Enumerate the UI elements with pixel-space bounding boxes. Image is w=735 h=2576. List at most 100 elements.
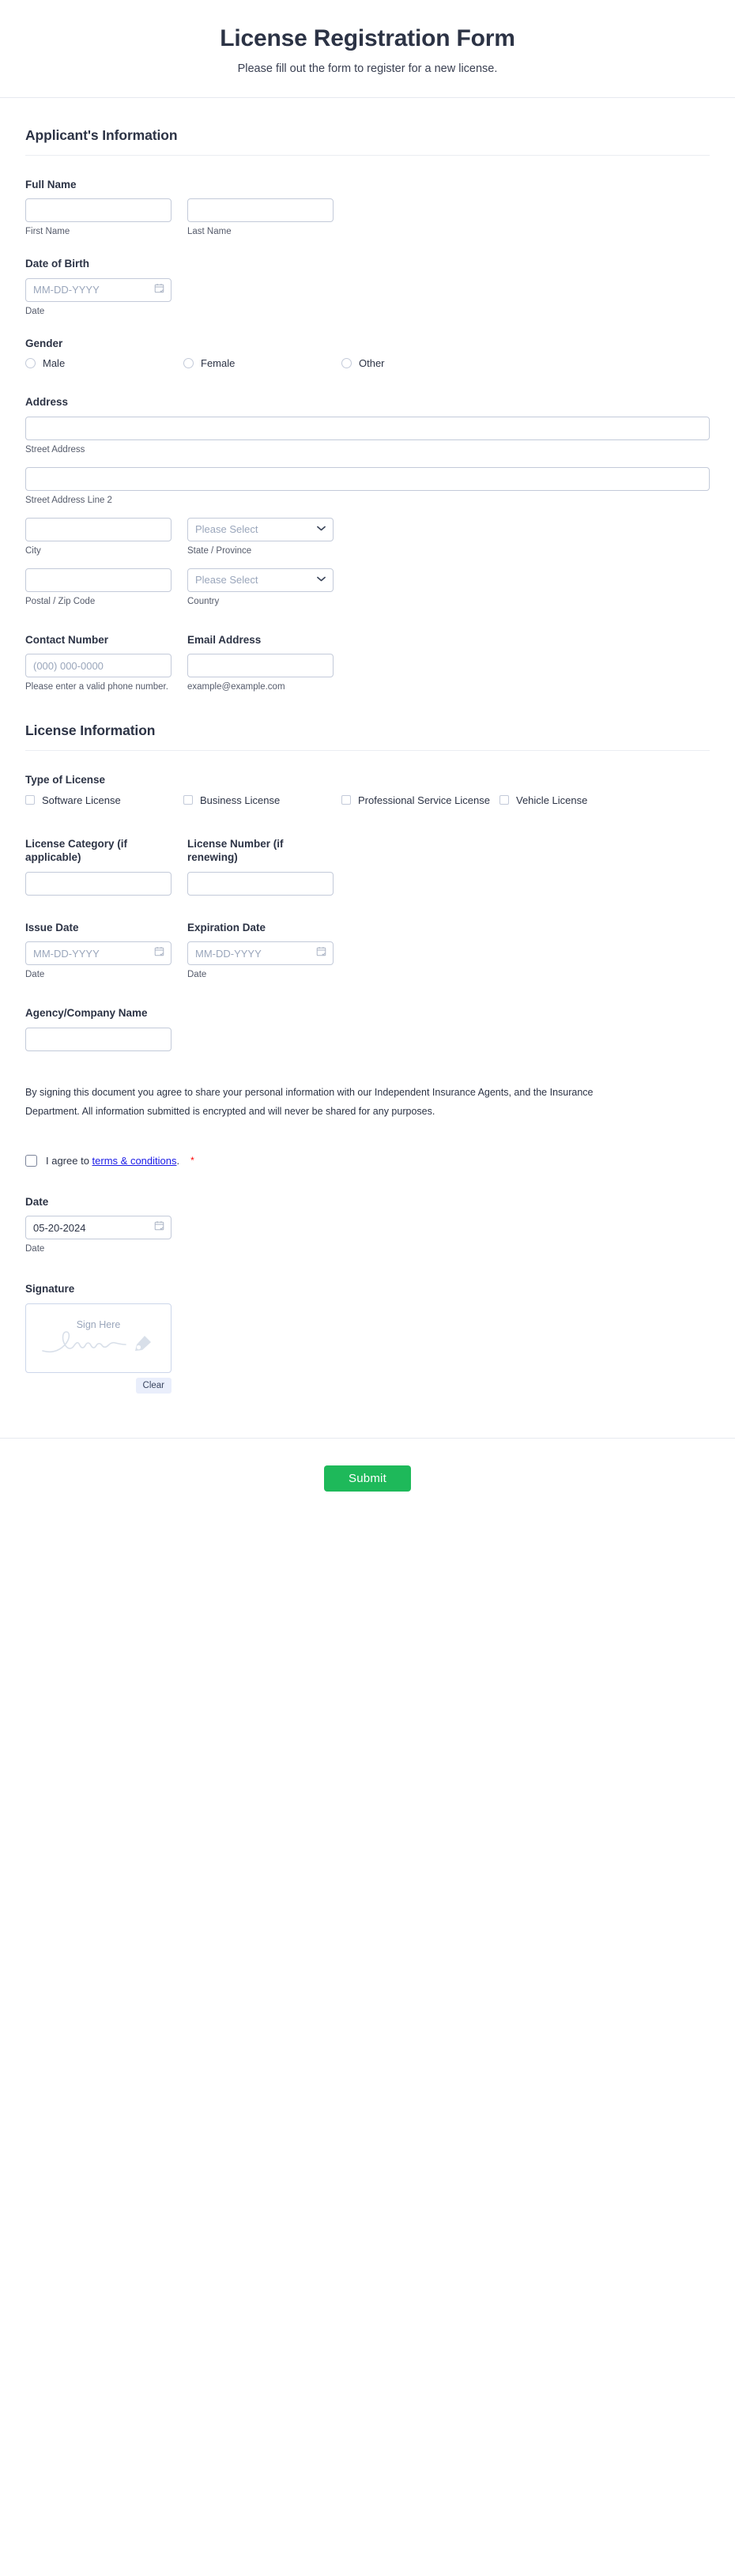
signature-pad[interactable]: Sign Here <box>25 1303 172 1373</box>
checkbox-software-license[interactable]: Software License <box>25 794 183 806</box>
sub-label-first-name: First Name <box>25 227 70 237</box>
radio-circle-icon[interactable] <box>341 358 352 369</box>
field-issue-expiration-date: Issue Date Date Expiration Date <box>25 896 710 981</box>
country-group: Please Select Country <box>187 568 334 608</box>
agree-prefix: I agree to <box>46 1154 92 1167</box>
submit-button[interactable]: Submit <box>324 1465 411 1492</box>
expiration-date-wrap <box>187 941 334 966</box>
radio-label-other: Other <box>359 357 385 370</box>
field-agency-name: Agency/Company Name <box>25 981 710 1051</box>
contact-number-group: Contact Number Please enter a valid phon… <box>25 633 172 693</box>
sub-label-contact-number: Please enter a valid phone number. <box>25 682 168 692</box>
clear-signature-button[interactable]: Clear <box>135 1377 172 1394</box>
street-address-line2-group: Street Address Line 2 <box>25 456 710 507</box>
radio-label-male: Male <box>43 357 66 370</box>
checkbox-label-vehicle-license: Vehicle License <box>516 794 588 806</box>
label-license-category: License Category (if applicable) <box>25 837 128 864</box>
postal-code-input[interactable] <box>25 568 172 592</box>
issue-date-input[interactable] <box>25 941 172 966</box>
license-number-group: License Number (if renewing) <box>187 837 334 896</box>
date-of-birth-input[interactable] <box>25 277 172 302</box>
radio-circle-icon[interactable] <box>183 358 194 369</box>
country-select-wrap: Please Select <box>187 568 334 592</box>
radio-circle-icon[interactable] <box>25 358 36 369</box>
form-footer: Submit <box>0 1437 735 1523</box>
contact-number-input[interactable] <box>25 654 172 678</box>
postal-group: Postal / Zip Code <box>25 568 172 608</box>
radio-gender-female[interactable]: Female <box>183 357 341 369</box>
checkbox-professional-service-license[interactable]: Professional Service License <box>341 794 499 806</box>
field-contact-email: Contact Number Please enter a valid phon… <box>25 608 710 693</box>
radio-gender-male[interactable]: Male <box>25 357 183 369</box>
expiration-date-input[interactable] <box>187 941 334 966</box>
type-of-license-options: Software License Business License Profes… <box>25 794 710 813</box>
checkbox-label-professional-service-license: Professional Service License <box>358 794 490 806</box>
sub-label-street-address-line2: Street Address Line 2 <box>25 495 112 505</box>
section-title-applicant: Applicant's Information <box>25 126 178 143</box>
gender-options: Male Female Other <box>25 357 710 376</box>
sub-label-email-address: example@example.com <box>187 682 285 692</box>
agree-terms-text: I agree to terms & conditions. <box>46 1155 179 1167</box>
label-address: Address <box>25 396 69 409</box>
sub-label-expiration-date: Date <box>187 970 207 980</box>
field-signing-date: Date Date <box>25 1167 710 1255</box>
state-select[interactable]: Please Select <box>187 517 334 541</box>
consent-paragraph: By signing this document you agree to sh… <box>25 1086 594 1118</box>
sub-label-city: City <box>25 545 41 556</box>
agree-terms-row[interactable]: I agree to terms & conditions. * <box>25 1122 710 1167</box>
field-type-of-license: Type of License Software License Busines… <box>25 754 710 813</box>
field-gender: Gender Male Female Other <box>25 318 710 377</box>
checkbox-square-icon[interactable] <box>25 795 35 805</box>
checkbox-square-icon[interactable] <box>341 795 351 805</box>
field-date-of-birth: Date of Birth Date <box>25 238 710 317</box>
sub-label-date-of-birth: Date <box>25 306 45 316</box>
sub-label-last-name: Last Name <box>187 227 232 237</box>
signing-date-input[interactable] <box>25 1216 172 1240</box>
label-contact-number: Contact Number <box>25 633 109 646</box>
checkbox-vehicle-license[interactable]: Vehicle License <box>499 794 658 806</box>
sub-label-postal-code: Postal / Zip Code <box>25 596 96 606</box>
license-category-input[interactable] <box>25 871 172 896</box>
page-title: License Registration Form <box>220 25 515 51</box>
radio-gender-other[interactable]: Other <box>341 357 499 369</box>
email-address-input[interactable] <box>187 654 334 678</box>
section-license-information: License Information <box>25 693 710 752</box>
street-address-group: Street Address <box>25 416 710 456</box>
section-title-license: License Information <box>25 722 156 739</box>
label-expiration-date: Expiration Date <box>187 921 266 933</box>
street-address-input[interactable] <box>25 416 710 440</box>
terms-and-conditions-link[interactable]: terms & conditions <box>92 1155 177 1167</box>
last-name-input[interactable] <box>187 198 334 223</box>
checkbox-agree-terms-icon[interactable] <box>25 1154 37 1167</box>
checkbox-square-icon[interactable] <box>183 795 193 805</box>
license-number-input[interactable] <box>187 871 334 896</box>
city-group: City <box>25 517 172 557</box>
street-address-line2-input[interactable] <box>25 466 710 491</box>
sub-label-country: Country <box>187 596 220 606</box>
issue-date-wrap <box>25 941 172 966</box>
expiration-date-group: Expiration Date Date <box>187 921 334 981</box>
last-name-group: Last Name <box>187 198 334 238</box>
checkbox-business-license[interactable]: Business License <box>183 794 341 806</box>
field-full-name: Full Name First Name Last Name <box>25 159 710 238</box>
signature-placeholder-group: Sign Here <box>26 1319 171 1357</box>
agency-name-input[interactable] <box>25 1027 172 1051</box>
country-select[interactable]: Please Select <box>187 568 334 592</box>
issue-expiration-row: Issue Date Date Expiration Date <box>25 921 710 981</box>
agency-name-group <box>25 1027 172 1051</box>
checkbox-label-business-license: Business License <box>200 794 281 806</box>
signature-clear-row: Clear <box>25 1377 172 1394</box>
form-body: Applicant's Information Full Name First … <box>0 98 735 1394</box>
first-name-input[interactable] <box>25 198 172 223</box>
label-type-of-license: Type of License <box>25 774 106 786</box>
date-of-birth-group: Date <box>25 277 172 318</box>
label-issue-date: Issue Date <box>25 921 79 933</box>
label-email-address: Email Address <box>187 633 262 646</box>
license-category-number-row: License Category (if applicable) License… <box>25 837 710 896</box>
form-header: License Registration Form Please fill ou… <box>0 0 735 98</box>
city-input[interactable] <box>25 517 172 541</box>
field-license-category-number: License Category (if applicable) License… <box>25 813 710 896</box>
signing-date-group: Date <box>25 1216 172 1255</box>
checkbox-square-icon[interactable] <box>499 795 509 805</box>
label-signature: Signature <box>25 1283 75 1295</box>
